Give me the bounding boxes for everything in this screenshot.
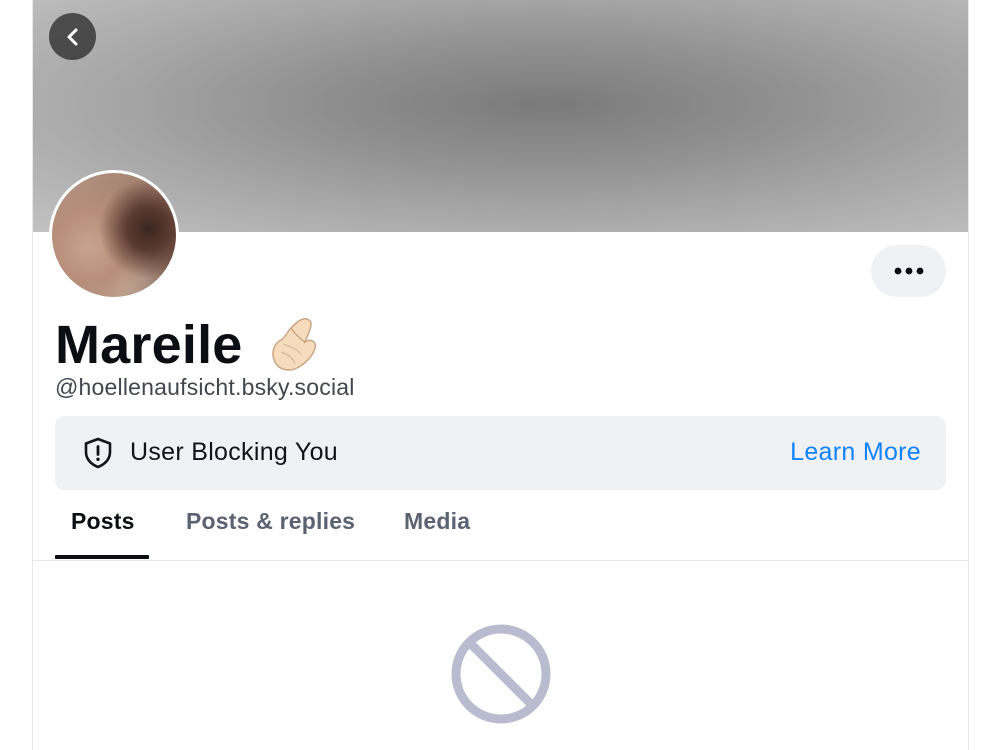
- profile-banner: [33, 0, 968, 232]
- back-button[interactable]: [49, 13, 96, 60]
- avatar[interactable]: [49, 170, 179, 300]
- no-entry-icon: [451, 624, 551, 724]
- profile-tabs: Posts Posts & replies Media: [55, 500, 946, 560]
- chevron-left-icon: [67, 28, 77, 45]
- profile-handle: @hoellenaufsicht.bsky.social: [55, 374, 355, 400]
- display-name: Mareile: [55, 315, 243, 375]
- tab-posts-and-replies[interactable]: Posts & replies: [186, 508, 355, 535]
- blocked-notice-label: User Blocking You: [130, 438, 339, 466]
- active-tab-indicator: [55, 555, 149, 559]
- tab-media[interactable]: Media: [404, 508, 470, 535]
- pinched-fingers-emoji-icon: [271, 318, 316, 371]
- profile-column: Mareile @hoellenaufsicht.bsky.social Use…: [32, 0, 969, 750]
- more-options-button[interactable]: [871, 245, 946, 297]
- profile-page: Mareile @hoellenaufsicht.bsky.social Use…: [0, 0, 1000, 750]
- blocked-notice: User Blocking You Learn More: [55, 416, 946, 490]
- ellipsis-icon: [894, 267, 923, 275]
- shield-exclamation-icon: [84, 437, 112, 469]
- learn-more-link[interactable]: Learn More: [790, 438, 921, 467]
- tabs-divider: [33, 560, 968, 561]
- tab-posts[interactable]: Posts: [71, 508, 135, 535]
- display-name-row: Mareile: [55, 312, 321, 378]
